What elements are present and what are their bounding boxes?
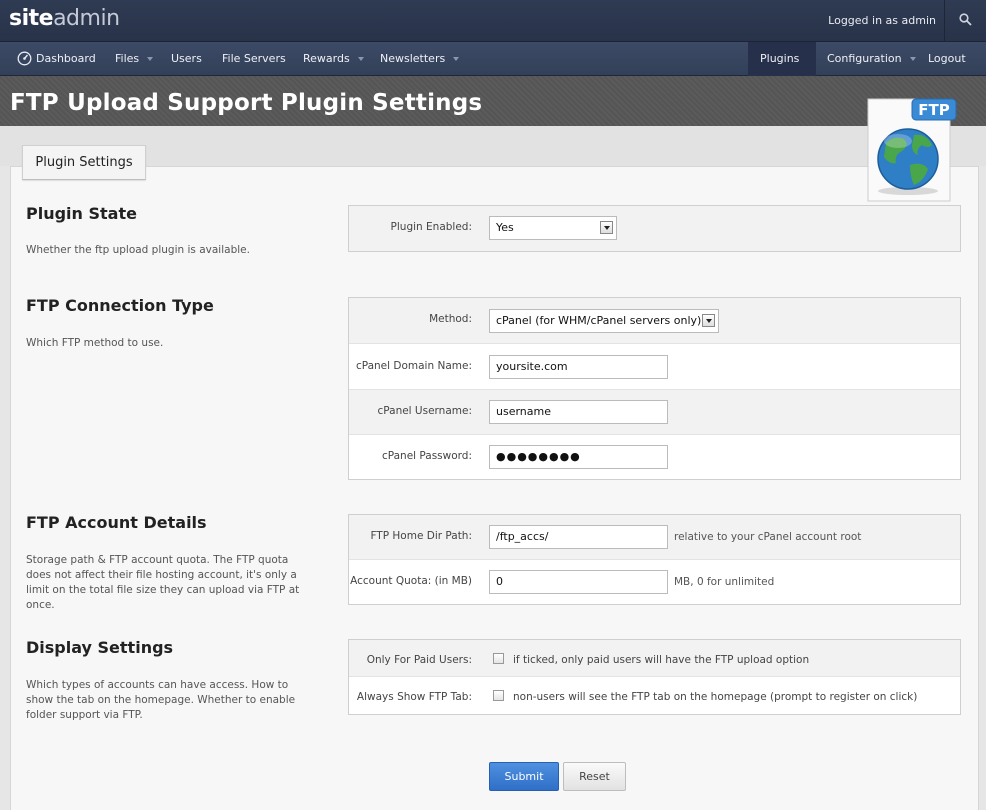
row-plugin-enabled: Plugin Enabled: Yes (349, 206, 960, 251)
dropdown-arrow-icon (600, 221, 613, 234)
reset-button[interactable]: Reset (563, 762, 626, 791)
nav-rewards[interactable]: Rewards (303, 42, 364, 76)
nav-newsletters[interactable]: Newsletters (380, 42, 460, 76)
home-dir-hint: relative to your cPanel account root (674, 531, 862, 543)
site-logo[interactable]: siteadmin (9, 6, 120, 31)
chevron-down-icon (453, 57, 460, 61)
dashboard-icon (17, 51, 32, 66)
section-title-display: Display Settings (26, 638, 174, 657)
chevron-down-icon (909, 57, 916, 61)
nav-plugins[interactable]: Plugins (748, 42, 816, 76)
paid-only-label: Only For Paid Users: (366, 654, 472, 666)
submit-button[interactable]: Submit (489, 762, 559, 791)
section-desc-account: Storage path & FTP account quota. The FT… (26, 554, 300, 611)
row-show-tab: Always Show FTP Tab: non-users will see … (349, 677, 960, 714)
search-button[interactable] (944, 0, 986, 41)
nav-dashboard[interactable]: Dashboard (36, 42, 96, 76)
panel-connection: Method: cPanel (for WHM/cPanel servers o… (348, 297, 961, 480)
row-quota: Account Quota: (in MB) 0 MB, 0 for unlim… (349, 560, 960, 604)
method-label: Method: (429, 313, 472, 325)
show-tab-hint: non-users will see the FTP tab on the ho… (513, 691, 918, 703)
nav-users[interactable]: Users (171, 42, 202, 76)
panel-account: FTP Home Dir Path: /ftp_accs/ relative t… (348, 514, 961, 605)
username-input[interactable]: username (489, 400, 668, 424)
top-bar: siteadmin Logged in as admin (0, 0, 986, 42)
row-paid-only: Only For Paid Users: if ticked, only pai… (349, 640, 960, 677)
panel-plugin-state: Plugin Enabled: Yes (348, 205, 961, 252)
quota-hint: MB, 0 for unlimited (674, 576, 775, 588)
chevron-down-icon (357, 57, 364, 61)
username-label: cPanel Username: (377, 405, 473, 417)
row-method: Method: cPanel (for WHM/cPanel servers o… (349, 298, 960, 344)
quota-label: Account Quota: (in MB) (350, 575, 472, 587)
plugin-enabled-select[interactable]: Yes (489, 216, 617, 240)
domain-label: cPanel Domain Name: (355, 360, 472, 372)
method-select[interactable]: cPanel (for WHM/cPanel servers only) (489, 309, 719, 333)
row-username: cPanel Username: username (349, 390, 960, 435)
chevron-down-icon (147, 57, 154, 61)
section-title-plugin-state: Plugin State (26, 204, 137, 223)
home-dir-input[interactable]: /ftp_accs/ (489, 525, 668, 549)
paid-only-hint: if ticked, only paid users will have the… (513, 654, 810, 666)
paid-only-checkbox[interactable] (493, 653, 504, 664)
domain-input[interactable]: yoursite.com (489, 355, 668, 379)
tab-plugin-settings[interactable]: Plugin Settings (22, 145, 146, 180)
panel-display: Only For Paid Users: if ticked, only pai… (348, 639, 961, 715)
nav-files[interactable]: Files (115, 42, 154, 76)
ftp-plugin-icon: FTP (867, 98, 957, 202)
row-domain: cPanel Domain Name: yoursite.com (349, 344, 960, 390)
home-dir-label: FTP Home Dir Path: (370, 530, 472, 542)
section-desc-plugin-state: Whether the ftp upload plugin is availab… (26, 244, 250, 256)
row-home-dir: FTP Home Dir Path: /ftp_accs/ relative t… (349, 515, 960, 560)
section-desc-connection: Which FTP method to use. (26, 337, 164, 349)
show-tab-label: Always Show FTP Tab: (356, 691, 472, 703)
nav-logout[interactable]: Logout (928, 42, 966, 76)
page-title: FTP Upload Support Plugin Settings (10, 90, 483, 116)
section-desc-display: Which types of accounts can have access.… (26, 679, 296, 721)
show-tab-checkbox[interactable] (493, 690, 504, 701)
section-title-account: FTP Account Details (26, 513, 207, 532)
dropdown-arrow-icon (702, 314, 715, 327)
main-nav: Dashboard Files Users File Servers Rewar… (0, 42, 986, 76)
nav-configuration[interactable]: Configuration (827, 42, 916, 76)
nav-file-servers[interactable]: File Servers (222, 42, 286, 76)
svg-text:FTP: FTP (918, 101, 949, 119)
quota-input[interactable]: 0 (489, 570, 668, 594)
section-title-connection: FTP Connection Type (26, 296, 214, 315)
row-password: cPanel Password: ●●●●●●●● (349, 435, 960, 479)
logged-in-status[interactable]: Logged in as admin (828, 14, 936, 27)
password-input[interactable]: ●●●●●●●● (489, 445, 668, 469)
password-label: cPanel Password: (381, 450, 472, 462)
search-icon (959, 13, 972, 26)
plugin-enabled-label: Plugin Enabled: (390, 221, 472, 233)
